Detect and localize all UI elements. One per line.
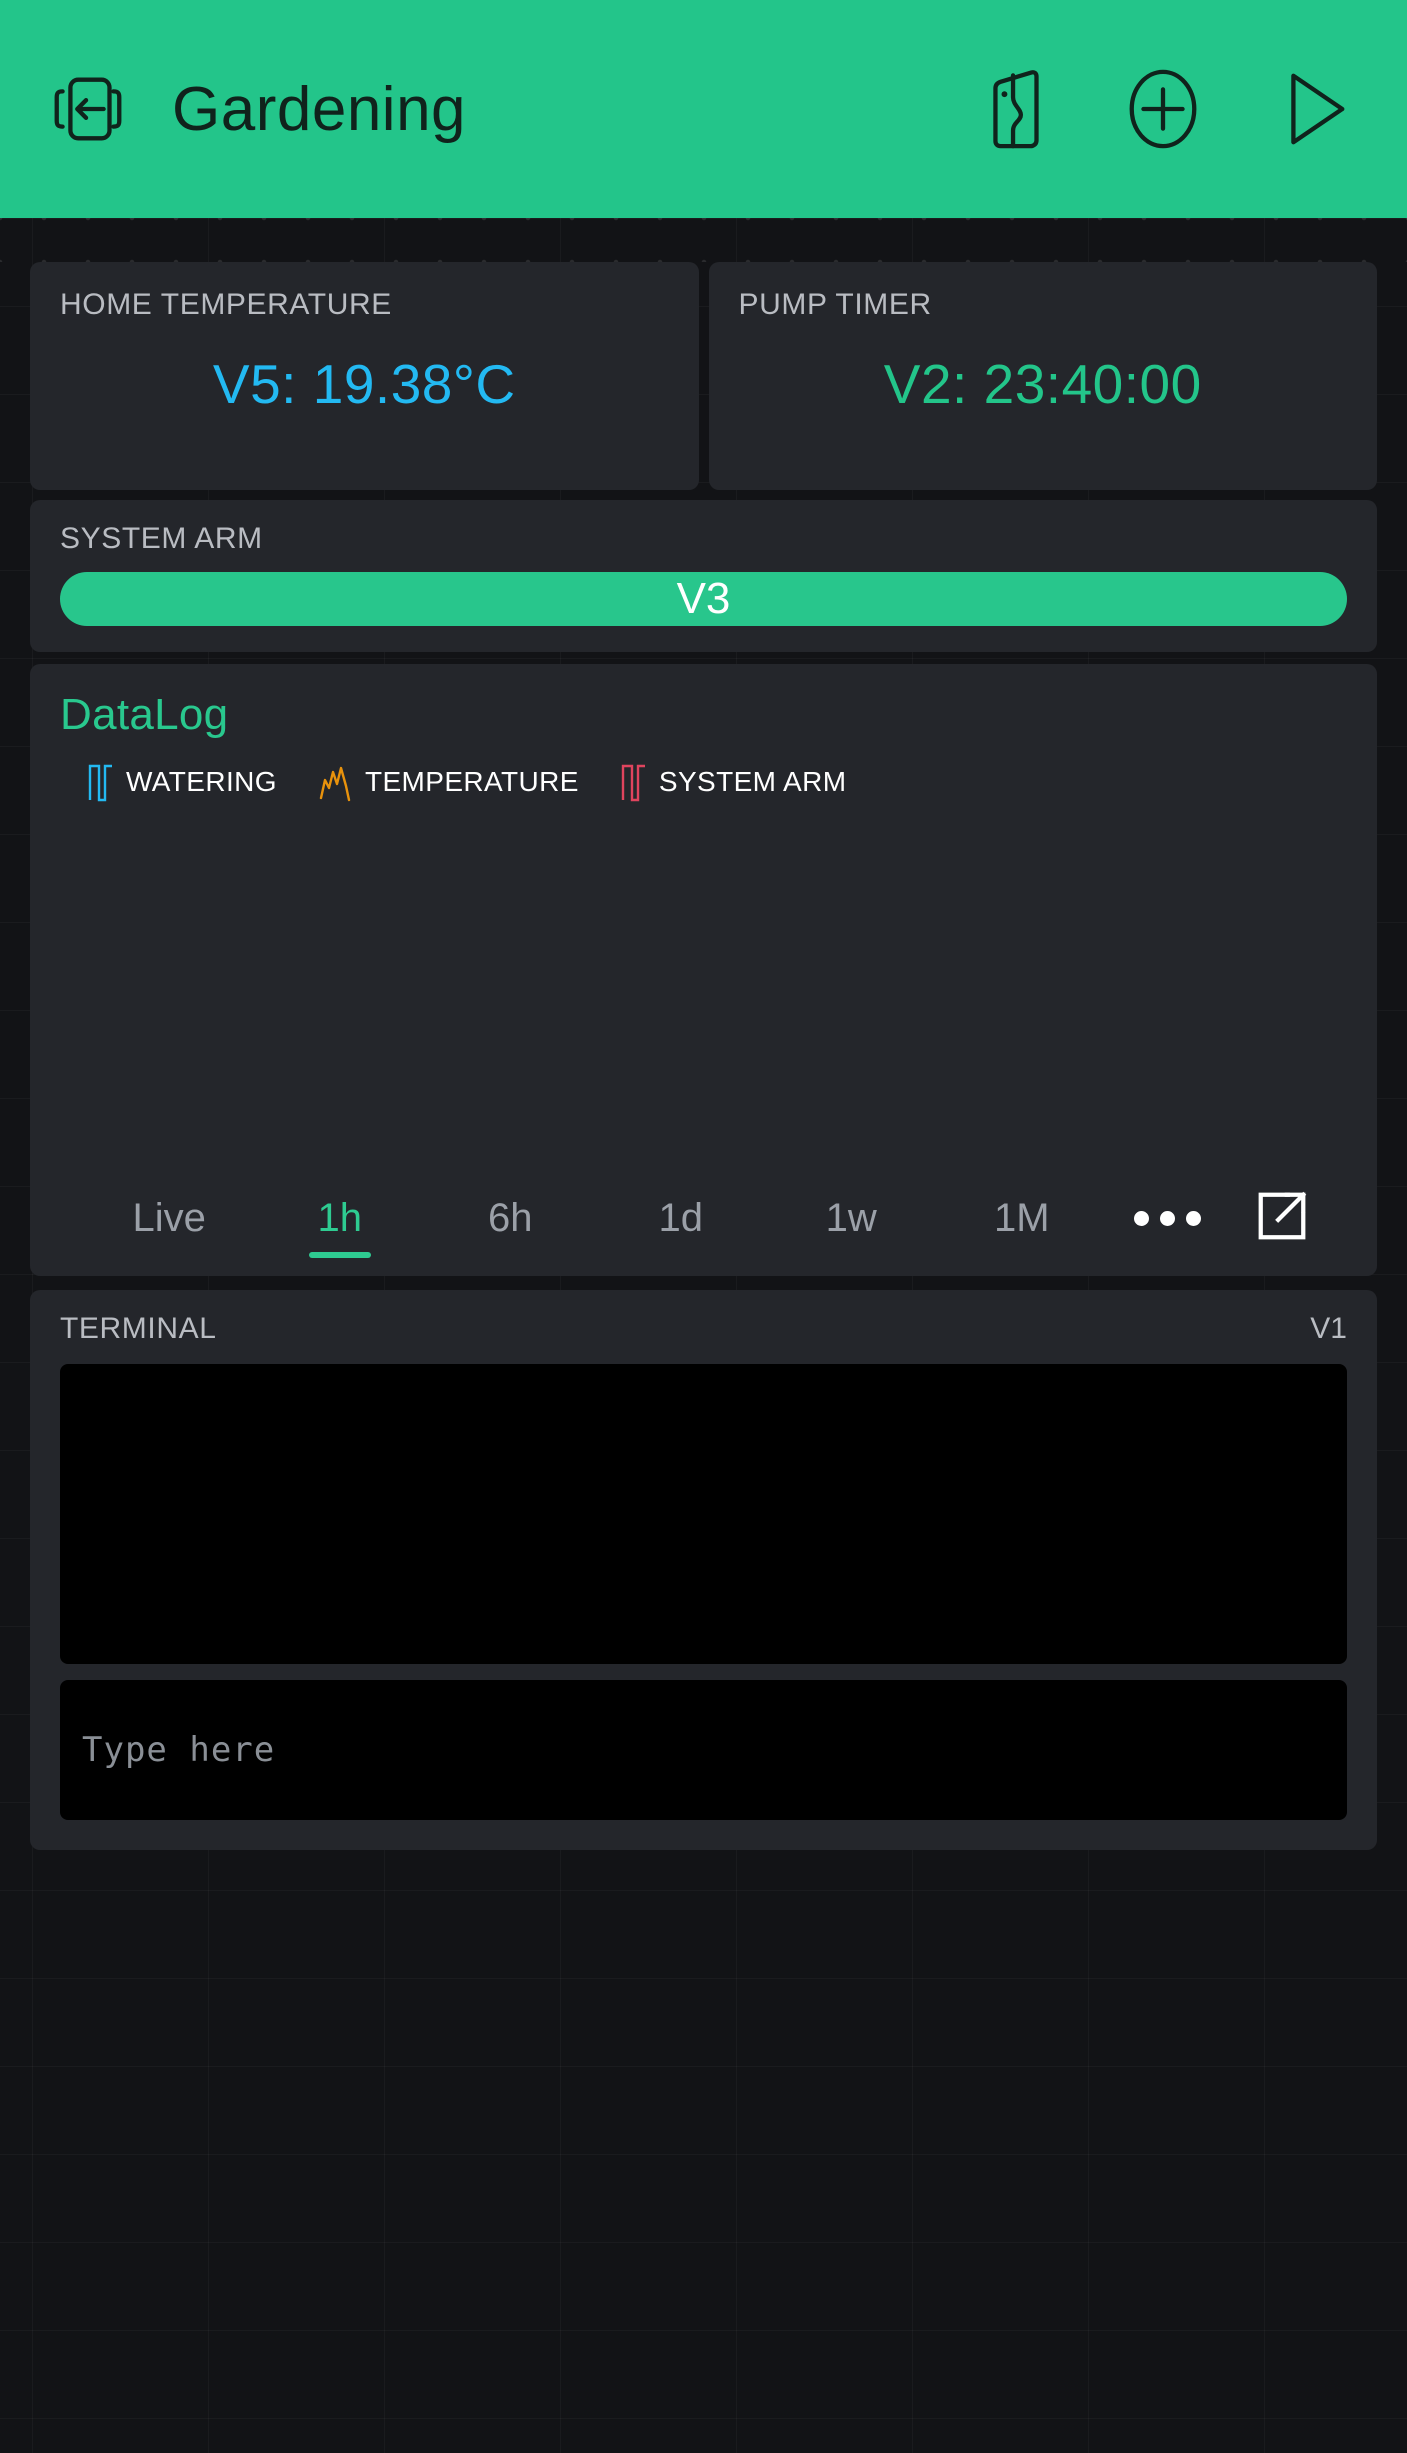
plus-circle-icon	[1120, 66, 1206, 152]
legend-label: TEMPERATURE	[364, 766, 579, 797]
legend-item-system-arm[interactable]: SYSTEM ARM	[621, 762, 847, 802]
tab-1d[interactable]: 1d	[596, 1160, 767, 1276]
dot	[1159, 1210, 1175, 1226]
widget-pump-timer[interactable]: PUMP TIMER V2: 23:40:00	[708, 262, 1377, 490]
widget-home-temperature[interactable]: HOME TEMPERATURE V5: 19.38°C	[30, 262, 699, 490]
tab-6h[interactable]: 6h	[425, 1160, 596, 1276]
widget-terminal: TERMINAL V1	[30, 1290, 1377, 1850]
widget-label: HOME TEMPERATURE	[60, 288, 392, 321]
tab-1h[interactable]: 1h	[255, 1160, 426, 1276]
chart-timerange-tabs: Live 1h 6h 1d 1w 1M	[60, 1160, 1347, 1276]
chart-plot-area[interactable]	[60, 802, 1347, 1160]
play-triangle-icon	[1268, 66, 1354, 152]
device-button[interactable]	[967, 61, 1063, 157]
terminal-pin-label: V1	[1310, 1312, 1347, 1345]
terminal-console-output[interactable]	[60, 1364, 1347, 1664]
dashboard-grid-pattern	[0, 218, 1407, 262]
external-link-icon	[1253, 1187, 1311, 1250]
add-widget-button[interactable]	[1115, 61, 1211, 157]
play-button[interactable]	[1263, 61, 1359, 157]
terminal-label: TERMINAL	[60, 1312, 217, 1345]
legend-label: WATERING	[126, 766, 277, 797]
widget-datalog: DataLog WATERING TEMPERATURE SYSTEM ARM …	[30, 664, 1377, 1276]
page-title: Gardening	[172, 74, 467, 144]
chart-legend: WATERING TEMPERATURE SYSTEM ARM	[60, 762, 1347, 802]
widget-value: V2: 23:40:00	[883, 353, 1202, 415]
value-cards-row: HOME TEMPERATURE V5: 19.38°C PUMP TIMER …	[30, 262, 1377, 490]
widget-label: SYSTEM ARM	[60, 522, 263, 555]
legend-item-temperature[interactable]: TEMPERATURE	[319, 762, 579, 802]
dot	[1185, 1210, 1201, 1226]
system-arm-toggle-button[interactable]: V3	[60, 572, 1347, 626]
tab-1w[interactable]: 1w	[766, 1160, 937, 1276]
app-root: Gardening HOME TEMPERATURE V5: 19.38°C P…	[0, 0, 1407, 2453]
app-header: Gardening	[0, 0, 1407, 218]
widget-value: V5: 19.38°C	[212, 353, 516, 415]
square-wave-icon	[621, 762, 647, 802]
phone-device-icon	[975, 66, 1055, 152]
legend-label: SYSTEM ARM	[658, 766, 847, 797]
ellipsis-icon[interactable]	[1107, 1210, 1227, 1226]
square-wave-icon	[88, 762, 114, 802]
widget-label: PUMP TIMER	[738, 288, 932, 321]
line-chart-icon	[319, 762, 353, 802]
device-back-arrow-icon	[45, 66, 131, 152]
header-actions	[967, 61, 1359, 157]
tab-1M[interactable]: 1M	[937, 1160, 1108, 1276]
widget-system-arm: SYSTEM ARM V3	[30, 500, 1377, 652]
dot	[1133, 1210, 1149, 1226]
export-button[interactable]	[1227, 1187, 1337, 1250]
terminal-input[interactable]	[60, 1680, 1347, 1820]
back-button[interactable]	[40, 61, 136, 157]
datalog-title: DataLog	[60, 690, 229, 739]
terminal-header: TERMINAL V1	[60, 1312, 1347, 1346]
dashboard-area: HOME TEMPERATURE V5: 19.38°C PUMP TIMER …	[0, 218, 1407, 2453]
legend-item-watering[interactable]: WATERING	[88, 762, 277, 802]
tab-live[interactable]: Live	[84, 1160, 255, 1276]
